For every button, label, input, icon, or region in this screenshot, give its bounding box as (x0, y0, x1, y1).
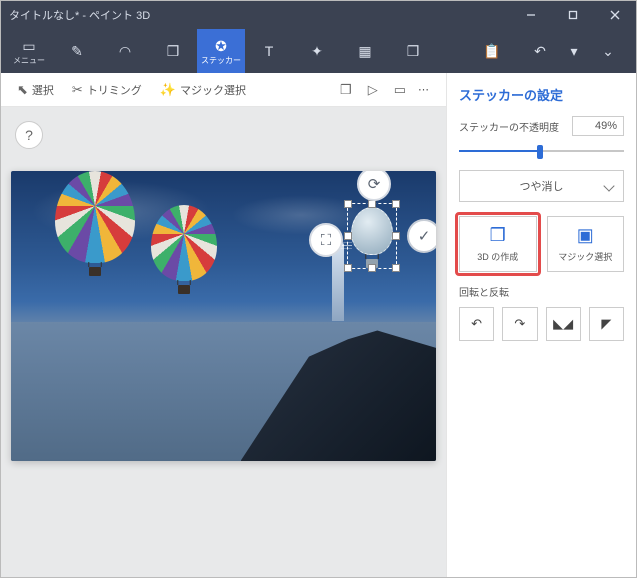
stickers-tab[interactable]: ✪ ステッカー (197, 29, 245, 73)
close-button[interactable] (594, 1, 636, 29)
maximize-button[interactable] (552, 1, 594, 29)
library-tab[interactable]: ❒ (389, 29, 437, 73)
effects-tab[interactable]: ✦ (293, 29, 341, 73)
selection-box[interactable] (347, 203, 397, 269)
undo-button[interactable]: ↶ (516, 29, 564, 73)
paste-icon: 📋 (483, 43, 500, 60)
main-toolbar: ▭ メニュー ✎ ◠ ❒ ✪ ステッカー T ✦ ▦ ❒ 📋 ↶ ▾ ⌄ (1, 29, 636, 73)
undo-icon: ↶ (534, 43, 546, 60)
rotate-cw-button[interactable]: ↷ (502, 307, 537, 341)
finish-dropdown[interactable]: つや消し (459, 170, 624, 202)
rotate-ccw-button[interactable]: ↶ (459, 307, 494, 341)
magic-select-icon: ▣ (577, 225, 594, 246)
window-title: タイトルなし* - ペイント 3D (9, 7, 510, 23)
flip-v-icon: ◤ (601, 316, 611, 332)
canvas-tab[interactable]: ▦ (341, 29, 389, 73)
crop-icon: ✂ (72, 82, 83, 98)
magic-wand-icon: ✨ (160, 82, 176, 98)
handle-tl[interactable] (344, 200, 352, 208)
minimize-button[interactable] (510, 1, 552, 29)
opacity-slider[interactable] (459, 142, 624, 160)
text-icon: T (265, 43, 274, 59)
rotate-ccw-icon: ↶ (471, 316, 482, 332)
expand-button[interactable]: ⌄ (584, 29, 632, 73)
help-button[interactable]: ? (15, 121, 43, 149)
text-tab[interactable]: T (245, 29, 293, 73)
cursor-icon: ⬉ (17, 82, 28, 98)
folder-icon: ▭ (22, 38, 35, 55)
balloon-medium (151, 205, 217, 294)
handle-mr[interactable] (392, 232, 400, 240)
handle-br[interactable] (392, 264, 400, 272)
canvas-image: ⟳ ⛶ ✓ (11, 171, 436, 461)
make-3d-button[interactable]: ❒ 3D の作成 (459, 216, 537, 272)
canvas-area: ⬉ 選択 ✂ トリミング ✨ マジック選択 ❒ ▷ ▭ ⋯ ? (1, 73, 446, 577)
handle-ml[interactable] (344, 232, 352, 240)
magic-select-button[interactable]: ▣ マジック選択 (547, 216, 625, 272)
chevron-down-icon: ⌄ (602, 43, 614, 60)
rotate-cw-icon: ↷ (514, 316, 525, 332)
history-dropdown[interactable]: ▾ (564, 29, 584, 73)
rotate-icon: ⟳ (368, 175, 381, 193)
stamp-icon: ⛶ (321, 232, 332, 249)
balloon-large (55, 171, 135, 276)
shapes3d-tab[interactable]: ❒ (149, 29, 197, 73)
handle-tr[interactable] (392, 200, 400, 208)
more-tools[interactable]: ⋯ (412, 83, 436, 96)
commit-button[interactable]: ✓ (407, 219, 436, 253)
canvas-icon: ▦ (358, 43, 371, 60)
sticker-icon: ✪ (215, 38, 227, 55)
sidebar: ステッカーの設定 ステッカーの不透明度 49% つや消し ❒ 3D の作成 ▣ (446, 73, 636, 577)
paste-button[interactable]: 📋 (468, 29, 516, 73)
app-window: タイトルなし* - ペイント 3D ▭ メニュー ✎ ◠ ❒ ✪ ステッカー T… (0, 0, 637, 578)
check-icon: ✓ (418, 227, 431, 245)
effects-icon: ✦ (311, 43, 323, 60)
mixed-reality-tool[interactable]: ▷ (368, 82, 378, 98)
handle-tc[interactable] (368, 200, 376, 208)
magic-select-tool[interactable]: ✨ マジック選択 (154, 78, 252, 102)
handle-bl[interactable] (344, 264, 352, 272)
opacity-value[interactable]: 49% (572, 116, 624, 136)
sub-toolbar: ⬉ 選択 ✂ トリミング ✨ マジック選択 ❒ ▷ ▭ ⋯ (1, 73, 446, 107)
sidebar-title: ステッカーの設定 (459, 85, 624, 104)
shapes2d-icon: ◠ (119, 43, 131, 60)
menu-tab[interactable]: ▭ メニュー (5, 29, 53, 73)
brushes-tab[interactable]: ✎ (53, 29, 101, 73)
flip-vertical-button[interactable]: ◤ (589, 307, 624, 341)
caret-down-icon: ▾ (570, 43, 577, 60)
library-icon: ❒ (407, 43, 420, 60)
flip-h-icon: ◣◢ (553, 316, 573, 332)
canvas[interactable]: ? (1, 107, 446, 577)
view3d-tool[interactable]: ❒ (340, 82, 352, 98)
handle-bc[interactable] (368, 264, 376, 272)
zoom-tool[interactable]: ▭ (394, 82, 406, 98)
stamp-button[interactable]: ⛶ (309, 223, 343, 257)
rotate-handle[interactable]: ⟳ (357, 171, 391, 201)
shapes2d-tab[interactable]: ◠ (101, 29, 149, 73)
brush-icon: ✎ (71, 43, 83, 60)
cube3d-icon: ❒ (490, 225, 506, 246)
flip-horizontal-button[interactable]: ◣◢ (546, 307, 581, 341)
opacity-label: ステッカーの不透明度 (459, 119, 564, 134)
rotate-flip-label: 回転と反転 (459, 284, 624, 299)
select-tool[interactable]: ⬉ 選択 (11, 78, 60, 102)
title-bar: タイトルなし* - ペイント 3D (1, 1, 636, 29)
crop-tool[interactable]: ✂ トリミング (66, 78, 148, 102)
cube-icon: ❒ (167, 43, 180, 60)
